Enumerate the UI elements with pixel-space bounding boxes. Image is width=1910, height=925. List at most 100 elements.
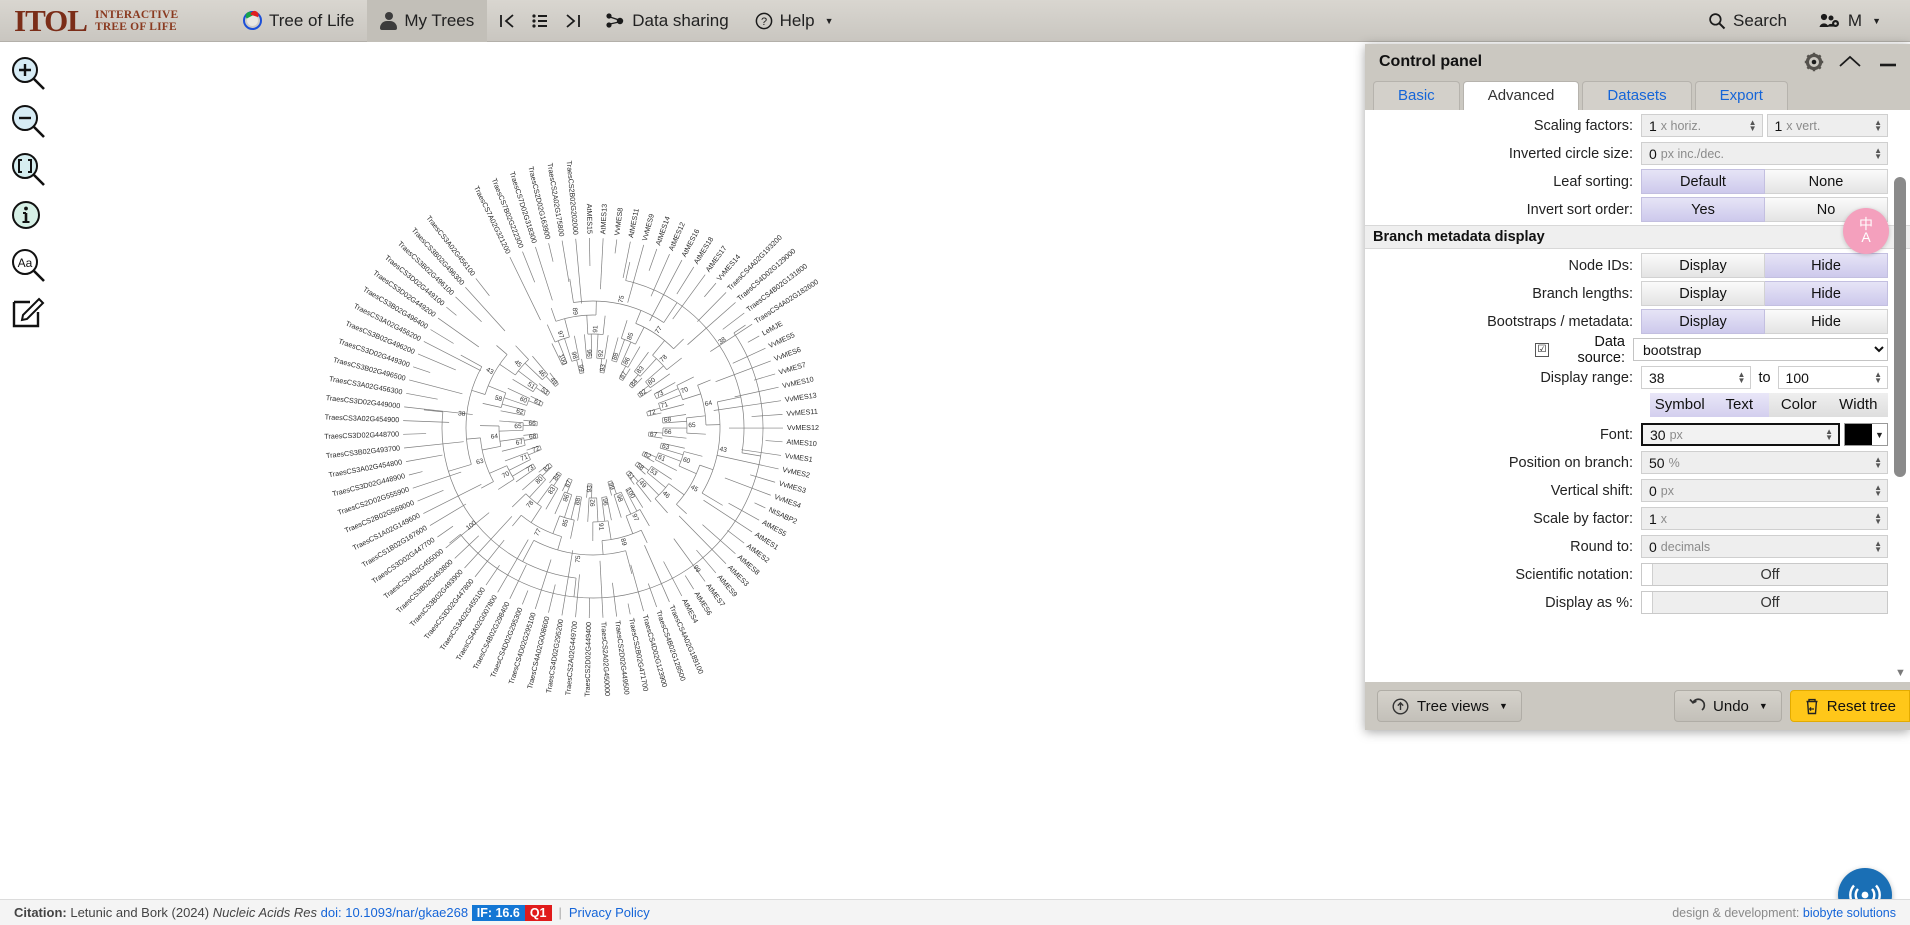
scale-by-factor-input[interactable]: 1 x ▲ ▼ [1641, 507, 1888, 530]
tree-leaf-label[interactable]: VvMES3 [778, 479, 807, 496]
zoom-fit-icon[interactable] [8, 150, 48, 190]
nav-item-tree-of-life[interactable]: Tree of Life [230, 0, 367, 42]
tree-leaf-label[interactable]: AtMES13 [598, 204, 609, 235]
tree-leaf-label[interactable]: AtMES15 [585, 204, 595, 235]
vertical-shift-input[interactable]: 0 px ▲ ▼ [1641, 479, 1888, 502]
font-color-swatch[interactable]: ▼ [1844, 423, 1888, 446]
tree-leaf-label[interactable]: VvMES2 [782, 465, 811, 480]
tree-leaf-label[interactable]: AtMES11 [626, 208, 641, 239]
leaf-sorting-option-none[interactable]: None [1765, 169, 1888, 194]
citation-doi-link[interactable]: doi: 10.1093/nar/gkae268 [321, 905, 468, 920]
tree-leaf-label[interactable]: TraesCS2A02G449700 [563, 621, 579, 696]
font-size-icon[interactable]: Aa [8, 246, 48, 286]
inverted-circle-size-input[interactable]: 0 px inc./dec. ▲ ▼ [1641, 142, 1888, 165]
reset-tree-button[interactable]: Reset tree [1789, 690, 1910, 722]
style-tab-width[interactable]: Width [1828, 393, 1888, 417]
tree-leaf-label[interactable]: TraesCS2B02G202000 [565, 160, 581, 235]
branch-lengths-option-display[interactable]: Display [1641, 281, 1765, 306]
nav-item-help[interactable]: ? Help ▼ [742, 0, 847, 42]
tree-leaf-label[interactable]: TraesCS3D02G449000 [325, 393, 400, 410]
display-as-percent-toggle[interactable]: Off [1641, 591, 1888, 614]
tree-leaf-label[interactable]: TraesCS2A02G450000 [599, 621, 612, 696]
position-on-branch-input[interactable]: 50 % ▲ ▼ [1641, 451, 1888, 474]
branch-lengths-option-hide[interactable]: Hide [1765, 281, 1888, 306]
info-icon[interactable] [8, 198, 48, 238]
bootstrap-value-label: 63 [661, 443, 670, 452]
spinner-arrows-icon[interactable]: ▲ ▼ [1874, 511, 1885, 525]
tree-leaf-label[interactable]: TraesCS2D02G449400 [583, 622, 593, 697]
spinner-arrows-icon[interactable]: ▲ ▼ [1874, 455, 1885, 469]
tree-leaf-label[interactable]: TraesCS3A02G454900 [325, 412, 400, 424]
spinner-arrows-icon[interactable]: ▲ ▼ [1738, 370, 1749, 384]
zoom-out-icon[interactable] [8, 102, 48, 142]
tree-leaf-label[interactable]: VvMES12 [787, 423, 819, 432]
spinner-arrows-icon[interactable]: ▲ ▼ [1874, 370, 1885, 384]
bootstraps-option-hide[interactable]: Hide [1765, 309, 1888, 334]
nav-item-data-sharing[interactable]: Data sharing [593, 0, 741, 42]
spinner-arrows-icon[interactable]: ▲ ▼ [1874, 118, 1885, 132]
style-tab-text[interactable]: Text [1709, 393, 1769, 417]
first-tree-icon[interactable] [493, 4, 523, 38]
tab-advanced[interactable]: Advanced [1462, 81, 1580, 110]
node-ids-option-display[interactable]: Display [1641, 253, 1765, 278]
tree-leaf-label[interactable]: VvMES7 [778, 360, 807, 377]
spinner-arrows-icon[interactable]: ▲ ▼ [1749, 118, 1760, 132]
tree-leaf-label[interactable]: VvMES13 [784, 390, 817, 403]
tree-leaf-label[interactable]: TraesCS3B02G493700 [326, 443, 401, 460]
tree-leaf-label[interactable]: VvMES9 [640, 213, 656, 242]
tree-leaf-label[interactable]: TraesCS2D02G449500 [613, 620, 631, 695]
spinner-arrows-icon[interactable]: ▲ ▼ [1874, 483, 1885, 497]
scaling-horiz-input[interactable]: 1 x horiz. ▲ ▼ [1641, 114, 1763, 137]
tree-leaf-label[interactable]: VvMES11 [786, 407, 818, 418]
minimize-icon[interactable] [1876, 53, 1900, 71]
zoom-in-icon[interactable] [8, 54, 48, 94]
scroll-down-arrow-icon[interactable]: ▼ [1895, 667, 1906, 679]
privacy-policy-link[interactable]: Privacy Policy [569, 905, 650, 920]
last-tree-icon[interactable] [557, 4, 587, 38]
circular-phylogram[interactable]: TraesCS7A02G321200TraesCS7B02G222300Trae… [56, 44, 1116, 894]
tree-list-icon[interactable] [525, 4, 555, 38]
style-tab-color[interactable]: Color [1769, 393, 1829, 417]
user-account-menu[interactable]: M ▼ [1806, 0, 1894, 42]
phylogenetic-tree-canvas[interactable]: TraesCS7A02G321200 TraesCS7B02G222300 Trae… [56, 44, 1116, 894]
tree-leaf-label[interactable]: VvMES6 [773, 345, 802, 363]
invert-sort-order-option-yes[interactable]: Yes [1641, 197, 1765, 222]
scaling-vert-input[interactable]: 1 x vert. ▲ ▼ [1766, 114, 1888, 137]
itol-logo[interactable]: ITOL INTERACTIVE TREE OF LIFE [0, 5, 230, 36]
settings-gear-icon[interactable] [1804, 52, 1824, 72]
style-tab-symbol[interactable]: Symbol [1650, 393, 1710, 417]
chevron-down-icon[interactable]: ▼ [1872, 424, 1887, 445]
display-range-to-input[interactable]: 100 ▲ ▼ [1777, 366, 1888, 389]
tree-leaf-label[interactable]: VvMES8 [612, 207, 624, 236]
tab-basic[interactable]: Basic [1373, 81, 1460, 110]
annotate-icon[interactable] [8, 294, 48, 334]
tree-leaf-label[interactable]: TraesCS3D02G448700 [324, 429, 399, 440]
tab-export[interactable]: Export [1694, 81, 1788, 110]
tab-datasets[interactable]: Datasets [1582, 81, 1692, 110]
design-link[interactable]: biobyte solutions [1803, 906, 1896, 920]
nav-item-my-trees[interactable]: My Trees [367, 0, 488, 42]
tree-leaf-label[interactable]: VvMES10 [781, 375, 814, 391]
tree-leaf-label[interactable]: AtMES10 [786, 437, 817, 448]
scrollbar-thumb[interactable] [1894, 177, 1906, 477]
font-size-input[interactable]: 30 px ▲ ▼ [1641, 423, 1840, 446]
display-range-from-input[interactable]: 38 ▲ ▼ [1641, 366, 1752, 389]
spinner-arrows-icon[interactable]: ▲ ▼ [1874, 146, 1885, 160]
search-button[interactable]: Search [1695, 0, 1800, 42]
data-source-checkbox[interactable]: ☑ [1535, 342, 1549, 357]
bootstrap-value-label: 91 [597, 523, 605, 531]
spinner-arrows-icon[interactable]: ▲ ▼ [1825, 427, 1836, 441]
undo-button[interactable]: Undo ▼ [1674, 690, 1782, 722]
collapse-chevron-icon[interactable] [1837, 53, 1863, 71]
data-source-select[interactable]: bootstrap [1633, 338, 1888, 361]
tree-leaf-label[interactable]: VvMES1 [784, 451, 813, 464]
translate-icon[interactable]: 中 A [1843, 208, 1889, 254]
control-panel-scrollbar[interactable]: ▼ [1894, 113, 1906, 679]
node-ids-option-hide[interactable]: Hide [1765, 253, 1888, 278]
leaf-sorting-option-default[interactable]: Default [1641, 169, 1765, 194]
scientific-notation-toggle[interactable]: Off [1641, 563, 1888, 586]
round-to-input[interactable]: 0 decimals ▲ ▼ [1641, 535, 1888, 558]
tree-views-button[interactable]: Tree views ▼ [1377, 690, 1522, 722]
bootstraps-option-display[interactable]: Display [1641, 309, 1765, 334]
spinner-arrows-icon[interactable]: ▲ ▼ [1874, 539, 1885, 553]
